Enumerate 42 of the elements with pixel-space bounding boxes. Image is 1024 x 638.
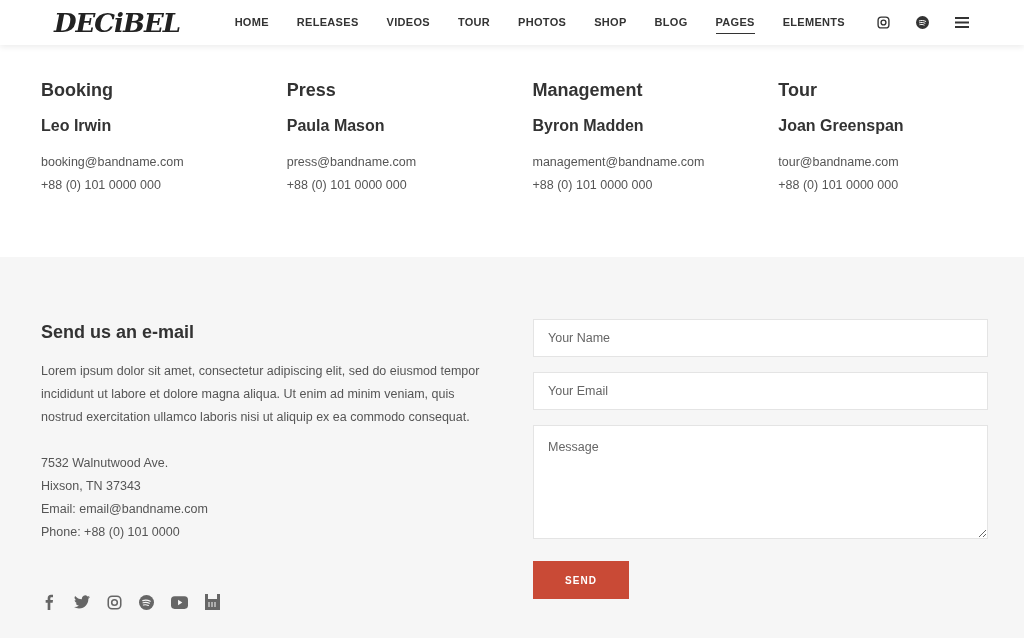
menu-icon[interactable]	[955, 17, 969, 28]
nav-link[interactable]: ELEMENTS	[782, 10, 845, 35]
youtube-icon[interactable]	[171, 595, 188, 609]
spotify-icon[interactable]	[916, 16, 929, 29]
contact-name: Byron Madden	[532, 116, 645, 136]
email-field[interactable]: Your Email	[533, 372, 988, 410]
nav-link[interactable]: VIDEOS	[386, 10, 430, 35]
email-link[interactable]: tour@bandname.com	[778, 151, 899, 174]
nav-link[interactable]: SHOP	[594, 10, 627, 35]
message-field[interactable]: Message	[533, 425, 988, 539]
phone-number: +88 (0) 101 0000 000	[41, 177, 161, 194]
send-button[interactable]: SEND	[533, 561, 629, 599]
section-title: Send us an e-mail	[41, 321, 196, 344]
email-link[interactable]: booking@bandname.com	[41, 151, 184, 174]
description-text: Lorem ipsum dolor sit amet, consectetur adipiscing elit, sed do eiusmod tempor incididunt ut labore et dolore magna aliqua. Ut enim ad minim veniam, quis nostrud exercitation ullamco laboris nisi ut aliquip ex ea commodo consequat.	[41, 363, 481, 426]
twitter-icon[interactable]	[74, 595, 90, 609]
instagram-icon[interactable]	[877, 16, 890, 29]
email-link[interactable]: press@bandname.com	[286, 151, 417, 174]
name-field[interactable]: Your Name	[533, 319, 988, 357]
address-line: Hixson, TN 37343	[41, 478, 141, 495]
department-title: Tour	[778, 79, 818, 102]
phone-number: +88 (0) 101 0000 000	[286, 177, 407, 194]
nav-link[interactable]: PHOTOS	[518, 10, 567, 35]
nav-link[interactable]: TOUR	[457, 10, 491, 35]
nav-link[interactable]: HOME	[234, 10, 269, 35]
bandcamp-icon[interactable]	[205, 594, 220, 610]
phone-number: +88 (0) 101 0000 000	[532, 177, 653, 194]
department-title: Management	[532, 79, 644, 102]
phone-number: +88 (0) 101 0000 000	[778, 177, 899, 194]
email-link[interactable]: management@bandname.com	[532, 151, 705, 174]
contact-name: Leo Irwin	[41, 116, 113, 136]
contact-name: Joan Greenspan	[778, 116, 905, 136]
address-line: Email: email@bandname.com	[41, 501, 208, 518]
nav-link[interactable]: BLOG	[654, 10, 688, 35]
logo[interactable]: DECiBEL	[52, 6, 186, 39]
contact-name: Paula Mason	[286, 116, 386, 136]
department-title: Booking	[41, 79, 114, 102]
nav-link[interactable]: RELEASES	[296, 10, 359, 35]
address-line: 7532 Walnutwood Ave.	[41, 455, 169, 472]
department-title: Press	[286, 79, 337, 102]
nav-link[interactable]: PAGES	[715, 10, 755, 35]
address-line: Phone: +88 (0) 101 0000	[41, 524, 180, 541]
